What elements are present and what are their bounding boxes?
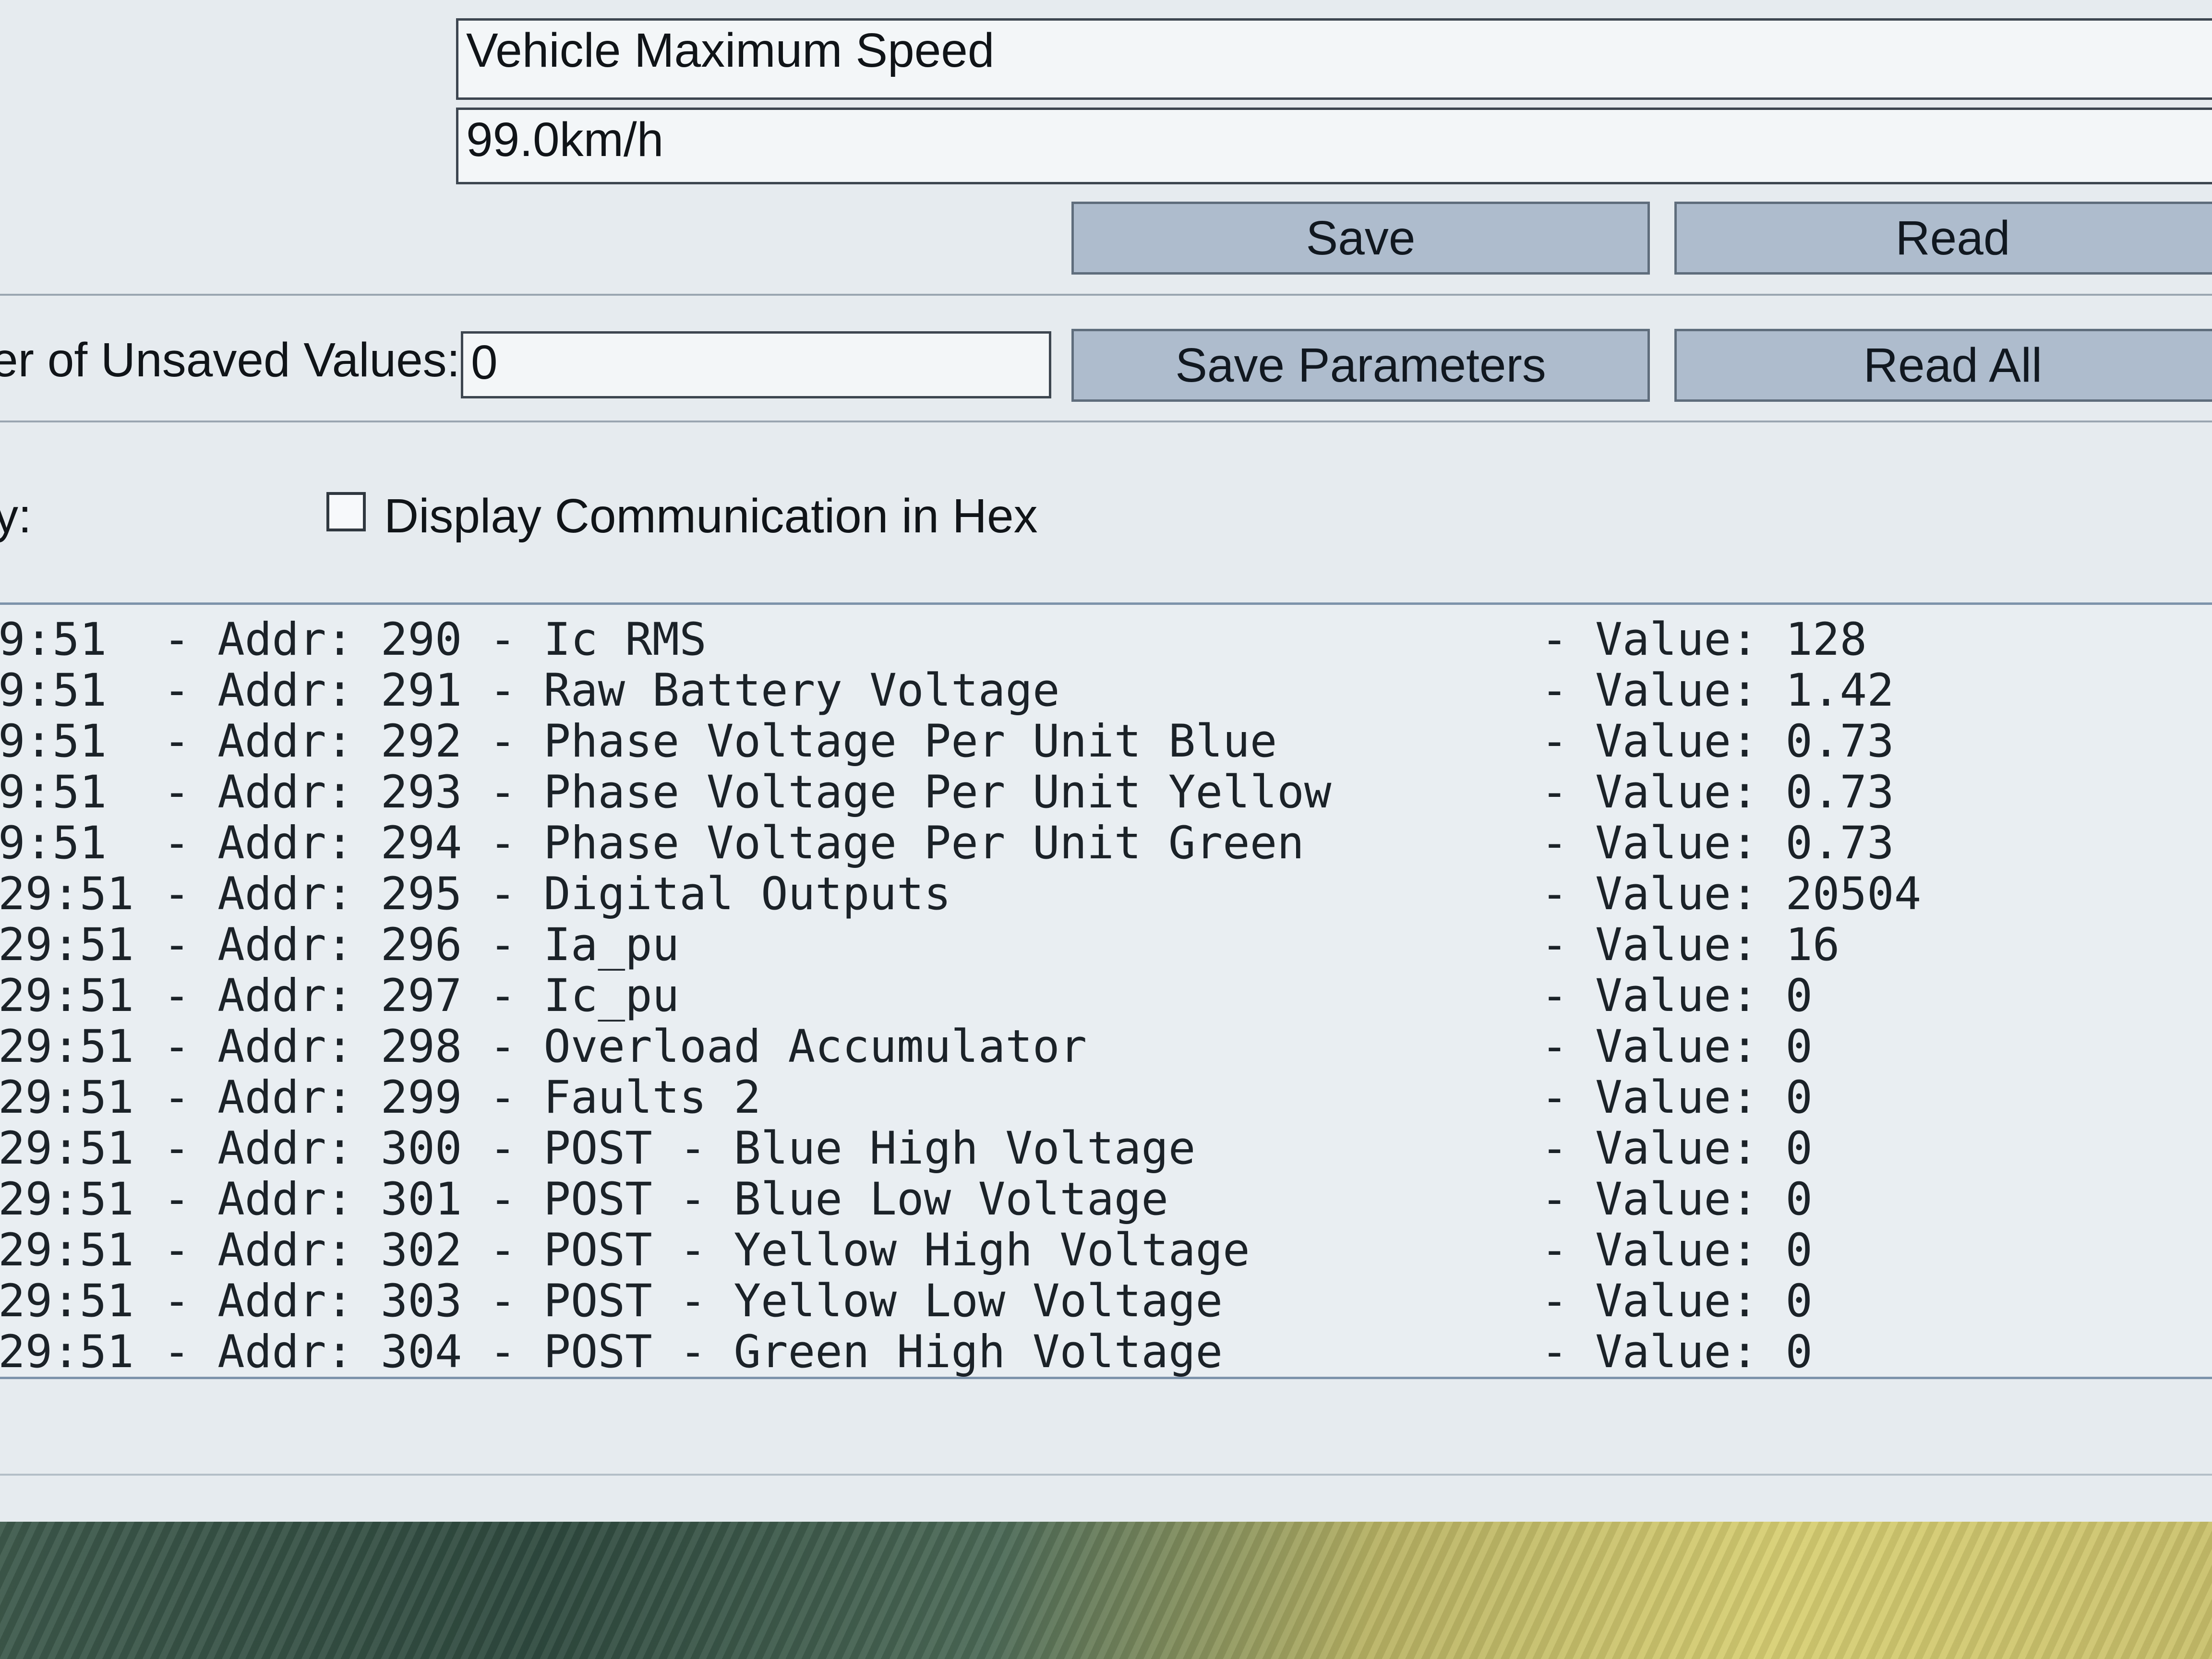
log-row: 29:51 - Addr: 295 - Digital Outputs - Valu…	[0, 869, 2212, 920]
log-value: - Value: 0	[1541, 1173, 1813, 1226]
communication-log[interactable]: 9:51- Addr: 290 - Ic RMS - Value: 128 9:51…	[0, 602, 2212, 1379]
log-value: - Value: 0.73	[1541, 766, 1894, 818]
log-address-description: - Addr: 296 - Ia_pu	[163, 919, 680, 971]
log-address-description: - Addr: 297 - Ic_pu	[163, 970, 680, 1022]
log-time: 29:51	[0, 1122, 134, 1175]
log-time: 9:51	[0, 817, 107, 869]
log-address-description: - Addr: 291 - Raw Battery Voltage	[163, 664, 1060, 717]
log-address-description: - Addr: 303 - POST - Yellow Low Voltage	[163, 1275, 1223, 1327]
log-value: - Value: 0	[1541, 1021, 1813, 1073]
log-value: - Value: 0	[1541, 1224, 1813, 1276]
log-row: 9:51 - Addr: 291 - Raw Battery Voltage - V…	[0, 665, 2212, 716]
display-hex-label[interactable]: Display Communication in Hex	[384, 492, 1038, 540]
log-row: 29:51 - Addr: 303 - POST - Yellow Low Vol…	[0, 1276, 2212, 1327]
log-time: 29:51	[0, 1021, 134, 1073]
read-button[interactable]: Read	[1674, 202, 2212, 275]
log-address-description: - Addr: 295 - Digital Outputs	[163, 868, 951, 920]
log-value: - Value: 0	[1541, 1122, 1813, 1175]
log-row: 29:51 - Addr: 300 - POST - Blue High Volt…	[0, 1123, 2212, 1174]
unsaved-values-label: er of Unsaved Values:	[0, 333, 460, 387]
log-address-description: - Addr: 304 - POST - Green High Voltage	[163, 1326, 1223, 1378]
log-row: 29:51 - Addr: 301 - POST - Blue Low Volta…	[0, 1174, 2212, 1225]
log-value: - Value: 0	[1541, 1275, 1813, 1327]
log-value: - Value: 16	[1541, 919, 1840, 971]
log-value: - Value: 128	[1541, 613, 1867, 666]
log-time: 9:51	[0, 766, 107, 818]
log-row: 29:51 - Addr: 296 - Ia_pu - Value: 16	[0, 920, 2212, 971]
log-value: - Value: 0.73	[1541, 715, 1894, 768]
save-parameters-button[interactable]: Save Parameters	[1071, 329, 1650, 402]
log-address-description: - Addr: 294 - Phase Voltage Per Unit Gre…	[163, 817, 1304, 869]
display-hex-checkbox[interactable]	[326, 492, 366, 531]
log-value: - Value: 1.42	[1541, 664, 1894, 717]
log-time: 9:51	[0, 664, 107, 717]
log-address-description: - Addr: 302 - POST - Yellow High Voltage	[163, 1224, 1250, 1276]
log-time: 29:51	[0, 1326, 134, 1378]
log-row: 29:51 - Addr: 297 - Ic_pu - Value: 0	[0, 971, 2212, 1022]
log-value: - Value: 0	[1541, 1071, 1813, 1124]
log-time: 29:51	[0, 868, 134, 920]
unsaved-values-field[interactable]: 0	[461, 331, 1051, 398]
log-row: 9:51 - Addr: 290 - Ic RMS - Value: 128	[0, 614, 2212, 665]
log-time: 29:51	[0, 1224, 134, 1276]
desktop-wallpaper	[0, 1522, 2212, 1659]
log-row: 9:51 - Addr: 294 - Phase Voltage Per Unit…	[0, 818, 2212, 869]
log-value: - Value: 0.73	[1541, 817, 1894, 869]
log-address-description: - Addr: 292 - Phase Voltage Per Unit Blu…	[163, 715, 1277, 768]
log-row: 29:51 - Addr: 298 - Overload Accumulator -…	[0, 1022, 2212, 1072]
log-value: - Value: 0	[1541, 1326, 1813, 1378]
log-row: 29:51 - Addr: 299 - Faults 2 - Value: 0	[0, 1072, 2212, 1123]
log-time: 29:51	[0, 1071, 134, 1124]
log-row: 29:51 - Addr: 304 - POST - Green High Vol…	[0, 1326, 2212, 1378]
save-button[interactable]: Save	[1071, 202, 1650, 275]
parameter-value-field[interactable]: 99.0km/h	[456, 108, 2212, 184]
log-time: 29:51	[0, 1275, 134, 1327]
application-window: Vehicle Maximum Speed 99.0km/h Save Read…	[0, 0, 2212, 1522]
log-address-description: - Addr: 301 - POST - Blue Low Voltage	[163, 1173, 1168, 1226]
communication-history-label: y:	[0, 489, 32, 543]
log-time: 29:51	[0, 919, 134, 971]
separator	[0, 1474, 2212, 1476]
log-row: 29:51 - Addr: 302 - POST - Yellow High Vo…	[0, 1225, 2212, 1276]
log-time: 29:51	[0, 1173, 134, 1226]
log-address-description: - Addr: 290 - Ic RMS	[163, 613, 707, 666]
log-address-description: - Addr: 293 - Phase Voltage Per Unit Yel…	[163, 766, 1332, 818]
log-address-description: - Addr: 299 - Faults 2	[163, 1071, 761, 1124]
log-time: 9:51	[0, 715, 107, 768]
log-row: 9:51 - Addr: 292 - Phase Voltage Per Unit…	[0, 716, 2212, 767]
separator	[0, 421, 2212, 422]
log-value: - Value: 0	[1541, 970, 1813, 1022]
log-time: 29:51	[0, 970, 134, 1022]
log-value: - Value: 20504	[1541, 868, 1922, 920]
wallpaper-texture	[0, 1522, 2212, 1659]
log-row: 9:51 - Addr: 293 - Phase Voltage Per Unit…	[0, 767, 2212, 818]
read-all-button[interactable]: Read All	[1674, 329, 2212, 402]
parameter-name-field[interactable]: Vehicle Maximum Speed	[456, 18, 2212, 100]
log-address-description: - Addr: 298 - Overload Accumulator	[163, 1021, 1087, 1073]
log-time: 9:51	[0, 613, 107, 666]
separator	[0, 294, 2212, 296]
log-address-description: - Addr: 300 - POST - Blue High Voltage	[163, 1122, 1196, 1175]
